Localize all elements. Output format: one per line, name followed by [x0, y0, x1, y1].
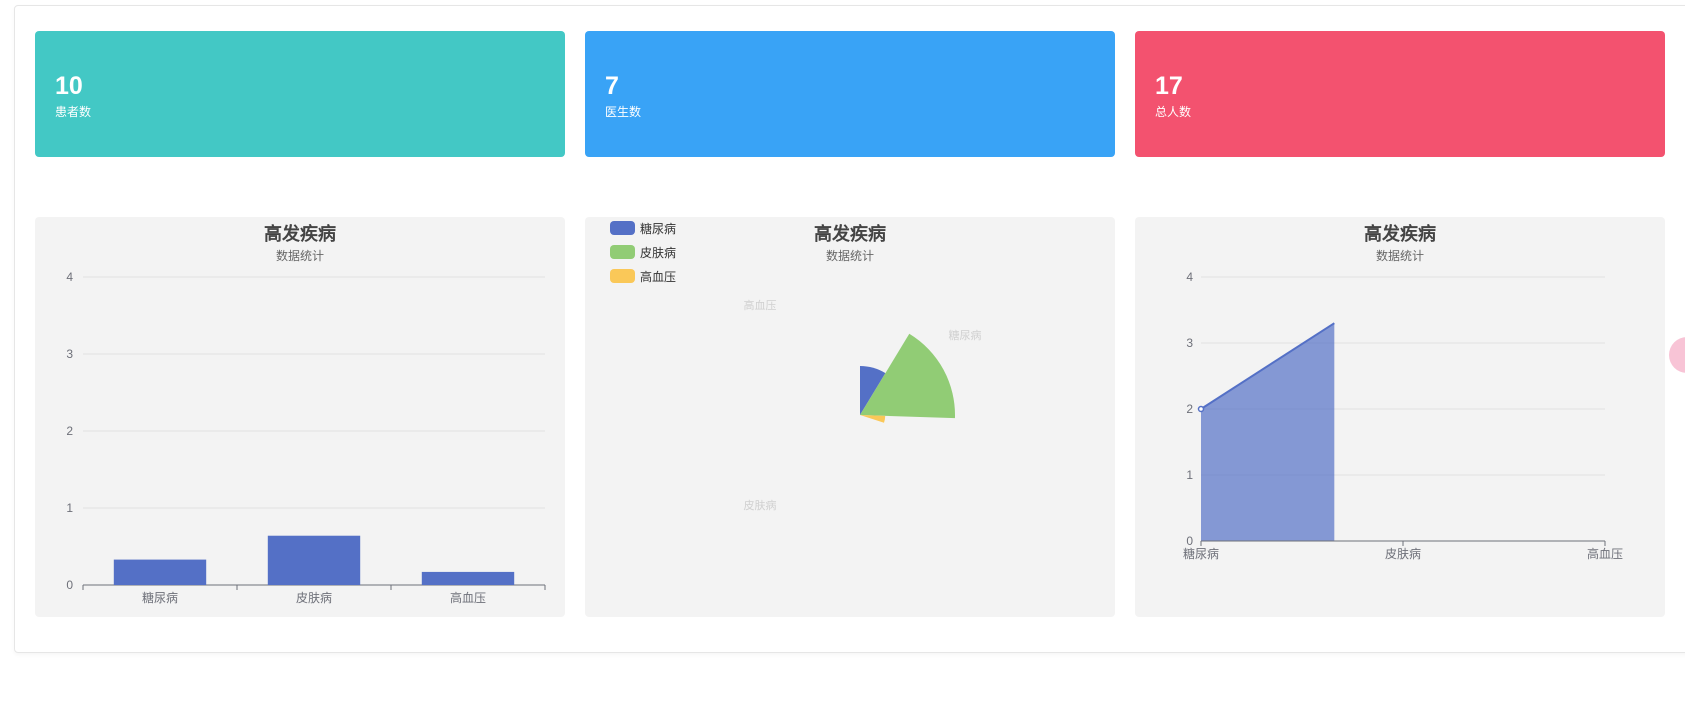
bar-chart: 0 1 2 3 4 糖尿病 皮肤病 高血压	[66, 270, 546, 605]
pie-label: 皮肤病	[744, 498, 777, 512]
legend-label: 糖尿病	[640, 221, 677, 236]
pie-label: 糖尿病	[949, 328, 982, 342]
bar-chart-card: 高发疾病 数据统计 0 1 2 3 4 糖尿病 皮肤病 高血压	[35, 217, 565, 617]
bar	[421, 571, 515, 585]
pie-slice	[860, 415, 886, 423]
stat-value: 7	[605, 72, 619, 100]
stat-label: 医生数	[605, 105, 642, 119]
stat-card-doctors: 7 医生数	[585, 31, 1115, 157]
x-tick-label: 糖尿病	[142, 590, 178, 605]
stat-label: 患者数	[55, 105, 92, 119]
y-tick-label: 0	[1186, 534, 1193, 548]
pie-chart-card: 高发疾病 数据统计 糖尿病 皮肤病 高血压 糖尿病 皮肤病 高血压	[585, 217, 1115, 617]
x-tick-label: 高血压	[450, 590, 486, 605]
legend-item-hypertension[interactable]: 高血压	[610, 268, 676, 284]
y-tick-label: 1	[1186, 468, 1193, 482]
y-tick-label: 2	[1186, 402, 1193, 416]
y-tick-label: 4	[66, 270, 73, 284]
legend-swatch	[610, 269, 635, 283]
legend-item-diabetes[interactable]: 糖尿病	[610, 220, 676, 236]
dashboard-panel: 10 患者数 7 医生数 17 总人数 高发疾病 数据统计 0 1 2 3 4 糖尿病 皮肤…	[14, 5, 1685, 653]
bar	[113, 559, 207, 585]
y-tick-label: 3	[1186, 336, 1193, 350]
area-fill	[1201, 323, 1335, 541]
bar	[267, 535, 361, 585]
y-tick-label: 1	[66, 501, 73, 515]
stat-card-total: 17 总人数	[1135, 31, 1665, 157]
y-tick-label: 3	[66, 347, 73, 361]
legend-swatch	[610, 245, 635, 259]
area-chart: 0 1 2 3 4 糖尿病 皮肤病 高血压	[1183, 270, 1623, 561]
legend-swatch	[610, 221, 635, 235]
stat-card-patients: 10 患者数	[35, 31, 565, 157]
x-tick-label: 糖尿病	[1183, 546, 1219, 561]
pie-label: 高血压	[744, 298, 777, 312]
x-tick-label: 皮肤病	[296, 590, 332, 605]
stat-value: 10	[55, 72, 83, 100]
y-tick-label: 4	[1186, 270, 1193, 284]
y-tick-label: 0	[66, 578, 73, 592]
area-chart-card: 高发疾病 数据统计 0 1 2 3 4 糖尿病 皮肤病 高血压	[1135, 217, 1665, 617]
y-tick-label: 2	[66, 424, 73, 438]
chart-legend: 糖尿病 皮肤病 高血压	[610, 220, 676, 292]
x-tick-label: 高血压	[1587, 546, 1623, 561]
stat-label: 总人数	[1155, 105, 1192, 119]
legend-label: 皮肤病	[640, 245, 677, 260]
x-tick-label: 皮肤病	[1385, 546, 1421, 561]
legend-label: 高血压	[640, 269, 677, 284]
stat-value: 17	[1155, 72, 1183, 100]
legend-item-skin-disease[interactable]: 皮肤病	[610, 244, 676, 260]
data-point	[1197, 405, 1205, 413]
